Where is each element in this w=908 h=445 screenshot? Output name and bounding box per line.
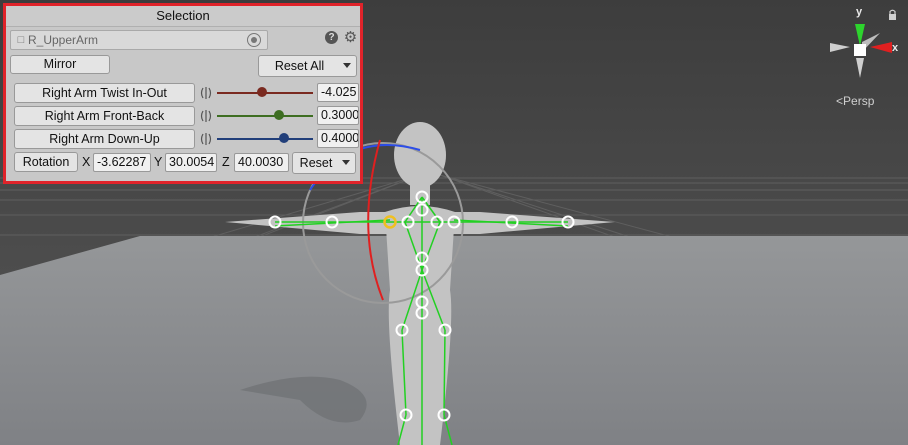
- rotation-reset-dropdown[interactable]: Reset: [292, 152, 356, 174]
- muscle-value-front-back[interactable]: 0.3000: [317, 106, 359, 125]
- rotation-y-field[interactable]: 30.0054: [165, 153, 217, 172]
- gizmo-y-label: y: [856, 6, 863, 18]
- panel-title: Selection: [6, 6, 360, 27]
- muscle-value-down-up[interactable]: 0.4000: [317, 129, 359, 148]
- reset-all-label: Reset All: [274, 59, 325, 73]
- gizmo-x-label: x: [892, 42, 899, 54]
- gizmo-center-cube[interactable]: [854, 44, 866, 56]
- reset-all-dropdown[interactable]: Reset All: [258, 55, 357, 77]
- rotation-z-field[interactable]: 40.0030: [234, 153, 289, 172]
- ground-plane: [0, 236, 908, 445]
- muscle-icon: [200, 110, 212, 122]
- chevron-down-icon: [342, 160, 350, 165]
- persp-icon: <: [836, 94, 844, 108]
- muscle-slider-down-up-knob[interactable]: [279, 133, 290, 143]
- gizmo-x-axis-cone[interactable]: [870, 42, 892, 53]
- rotation-x-label: X: [82, 155, 91, 169]
- muscle-slider-twist-knob[interactable]: [257, 87, 268, 97]
- rotation-z-label: Z: [222, 155, 230, 169]
- muscle-button-front-back[interactable]: Right Arm Front-Back: [14, 106, 195, 126]
- rotation-reset-label: Reset: [299, 156, 333, 170]
- mirror-button[interactable]: Mirror: [10, 55, 110, 74]
- muscle-selection-panel: Selection □ R_UpperArm ? ⚙ Mirror Reset …: [3, 3, 363, 184]
- muscle-slider-front-back-knob[interactable]: [274, 110, 285, 120]
- lock-icon[interactable]: [889, 14, 896, 20]
- chevron-down-icon: [343, 63, 351, 68]
- gizmo-neg-x-cone[interactable]: [830, 43, 850, 52]
- object-field[interactable]: □ R_UpperArm: [10, 30, 268, 50]
- object-picker-icon[interactable]: [247, 33, 261, 47]
- muscle-icon: [200, 133, 212, 145]
- muscle-button-down-up[interactable]: Right Arm Down-Up: [14, 129, 195, 149]
- muscle-value-twist[interactable]: -4.025: [317, 83, 359, 102]
- gear-icon[interactable]: ⚙: [343, 30, 358, 45]
- object-field-value: R_UpperArm: [28, 33, 99, 47]
- muscle-slider-front-back-track[interactable]: [217, 115, 313, 117]
- help-icon[interactable]: ?: [325, 31, 338, 44]
- view-mode-label[interactable]: <Persp: [836, 94, 874, 108]
- muscle-button-twist[interactable]: Right Arm Twist In-Out: [14, 83, 195, 103]
- muscle-icon: [200, 87, 212, 99]
- muscle-slider-down-up-track[interactable]: [217, 138, 313, 140]
- gizmo-neg-y-cone[interactable]: [856, 58, 864, 78]
- rotation-x-field[interactable]: -3.62287: [93, 153, 151, 172]
- rotation-button[interactable]: Rotation: [14, 152, 78, 172]
- orientation-gizmo[interactable]: y x: [828, 6, 902, 88]
- rotation-y-label: Y: [154, 155, 163, 169]
- gameobject-icon: □: [17, 34, 25, 46]
